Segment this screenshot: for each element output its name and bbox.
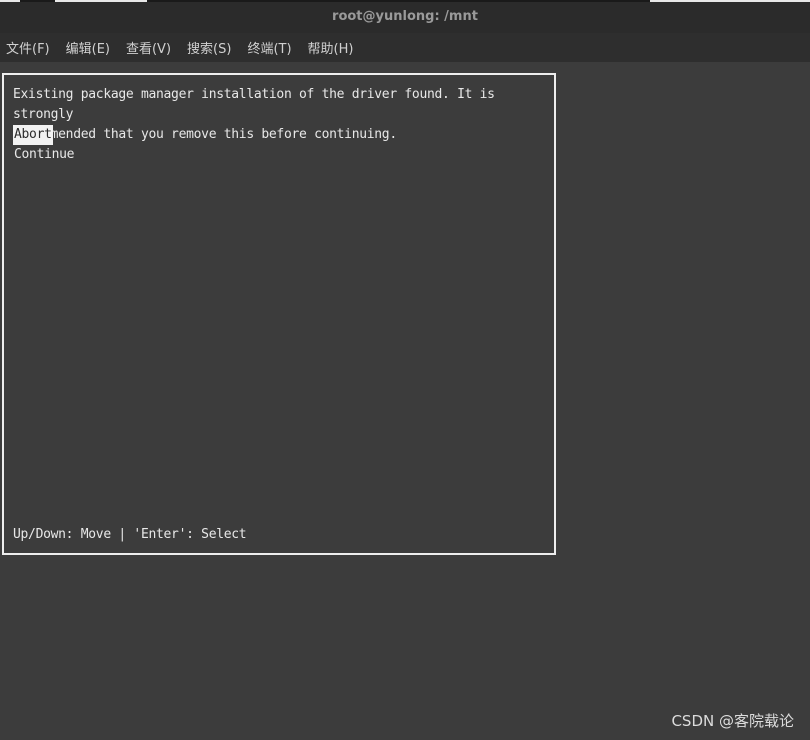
menu-file[interactable]: 文件(F) bbox=[6, 38, 50, 57]
dialog-footer-hint: Up/Down: Move | 'Enter': Select bbox=[13, 527, 247, 542]
menu-view[interactable]: 查看(V) bbox=[126, 38, 171, 57]
tab-edge bbox=[0, 0, 20, 2]
menu-search[interactable]: 搜索(S) bbox=[187, 38, 231, 57]
menu-bar: 文件(F) 编辑(E) 查看(V) 搜索(S) 终端(T) 帮助(H) bbox=[0, 33, 810, 62]
installer-dialog: Existing package manager installation of… bbox=[2, 73, 556, 555]
option-continue[interactable]: Continue bbox=[13, 145, 75, 165]
option-abort[interactable]: Abort bbox=[13, 125, 53, 145]
title-bar[interactable]: root@yunlong: /mnt bbox=[0, 0, 810, 33]
dialog-message: Existing package manager installation of… bbox=[13, 87, 495, 142]
menu-terminal[interactable]: 终端(T) bbox=[247, 38, 291, 57]
window-title: root@yunlong: /mnt bbox=[332, 9, 478, 24]
tab-edge bbox=[650, 0, 810, 2]
watermark: CSDN @客院载论 bbox=[671, 712, 794, 730]
terminal-area[interactable]: Existing package manager installation of… bbox=[0, 62, 810, 740]
menu-help[interactable]: 帮助(H) bbox=[308, 38, 354, 57]
menu-edit[interactable]: 编辑(E) bbox=[66, 38, 110, 57]
tab-edge bbox=[55, 0, 147, 2]
terminal-window: root@yunlong: /mnt 文件(F) 编辑(E) 查看(V) 搜索(… bbox=[0, 0, 810, 740]
top-strip bbox=[0, 0, 810, 2]
